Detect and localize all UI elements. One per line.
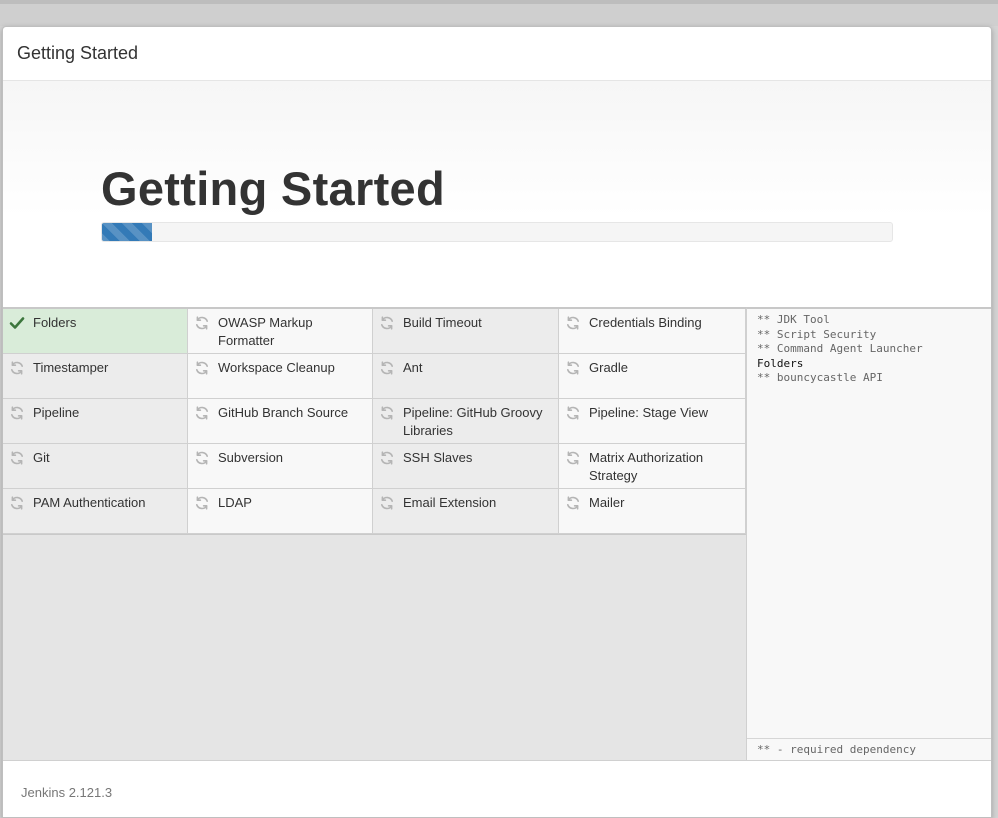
- refresh-icon: [9, 495, 25, 511]
- plugin-item: OWASP Markup Formatter: [188, 309, 373, 354]
- dependency-legend: ** - required dependency: [747, 738, 991, 760]
- plugin-name: LDAP: [218, 495, 252, 510]
- dialog-header: Getting Started: [3, 27, 991, 81]
- refresh-icon: [565, 450, 581, 466]
- plugin-name: OWASP Markup Formatter: [218, 315, 313, 348]
- plugin-item: Email Extension: [373, 489, 559, 534]
- refresh-icon: [379, 450, 395, 466]
- refresh-icon: [379, 360, 395, 376]
- dialog-title: Getting Started: [17, 43, 139, 63]
- plugin-name: Subversion: [218, 450, 284, 465]
- plugin-item: Pipeline: GitHub Groovy Libraries: [373, 399, 559, 444]
- log-line: ** Script Security: [757, 327, 877, 341]
- refresh-icon: [194, 405, 210, 421]
- plugin-item: LDAP: [188, 489, 373, 534]
- plugin-name: Timestamper: [33, 360, 109, 375]
- plugin-item: Ant: [373, 354, 559, 399]
- plugin-name: Pipeline: [33, 405, 80, 420]
- page-title: Getting Started: [101, 162, 445, 215]
- log-line: ** JDK Tool: [757, 313, 830, 326]
- plugin-name: Gradle: [589, 360, 629, 375]
- refresh-icon: [565, 405, 581, 421]
- plugin-item: Git: [3, 444, 188, 489]
- plugin-name: Git: [33, 450, 50, 465]
- plugin-item: Subversion: [188, 444, 373, 489]
- log-line: Folders: [757, 356, 804, 370]
- hero-section: Getting Started: [3, 81, 991, 307]
- plugin-item: GitHub Branch Source: [188, 399, 373, 444]
- plugin-name: Matrix Authorization Strategy: [589, 450, 704, 483]
- refresh-icon: [9, 405, 25, 421]
- install-progress-fill: [102, 223, 152, 241]
- dialog-footer: Jenkins 2.121.3: [3, 760, 991, 817]
- plugin-item: Gradle: [559, 354, 746, 399]
- plugin-name: Workspace Cleanup: [218, 360, 335, 375]
- plugin-name: Folders: [33, 315, 77, 330]
- plugin-grid: Folders OWASP Markup Formatter Build Timeo…: [3, 309, 746, 535]
- refresh-icon: [9, 360, 25, 376]
- plugin-item: Pipeline: [3, 399, 188, 444]
- refresh-icon: [194, 495, 210, 511]
- jenkins-version: Jenkins 2.121.3: [21, 785, 113, 800]
- plugin-name: GitHub Branch Source: [218, 405, 349, 420]
- check-icon: [9, 315, 25, 331]
- plugin-item: Build Timeout: [373, 309, 559, 354]
- plugin-item: Pipeline: Stage View: [559, 399, 746, 444]
- plugin-item: PAM Authentication: [3, 489, 188, 534]
- plugin-item: Workspace Cleanup: [188, 354, 373, 399]
- plugin-install-area: Folders OWASP Markup Formatter Build Timeo…: [3, 307, 746, 760]
- refresh-icon: [194, 450, 210, 466]
- plugin-name: Pipeline: GitHub Groovy Libraries: [403, 405, 543, 438]
- refresh-icon: [9, 450, 25, 466]
- refresh-icon: [379, 495, 395, 511]
- refresh-icon: [565, 315, 581, 331]
- refresh-icon: [379, 405, 395, 421]
- plugin-name: Build Timeout: [403, 315, 482, 330]
- plugin-item: Timestamper: [3, 354, 188, 399]
- plugin-name: Mailer: [589, 495, 625, 510]
- install-log-lines: ** JDK Tool ** Script Security ** Command …: [757, 313, 923, 386]
- plugin-item: Mailer: [559, 489, 746, 534]
- plugin-name: SSH Slaves: [403, 450, 473, 465]
- log-line: ** Command Agent Launcher: [757, 342, 923, 355]
- plugin-name: Email Extension: [403, 495, 497, 510]
- refresh-icon: [565, 360, 581, 376]
- install-progress-bar: [101, 222, 893, 242]
- plugin-item: Credentials Binding: [559, 309, 746, 354]
- setup-wizard-dialog: Getting Started Getting Started Folders O…: [2, 26, 992, 818]
- install-log-panel: ** JDK Tool ** Script Security ** Command …: [746, 307, 991, 760]
- refresh-icon: [194, 315, 210, 331]
- plugin-item: Folders: [3, 309, 188, 354]
- plugin-name: PAM Authentication: [33, 495, 146, 510]
- browser-top-strip: [0, 0, 998, 26]
- plugin-name: Ant: [403, 360, 423, 375]
- plugin-name: Pipeline: Stage View: [589, 405, 709, 420]
- log-line: ** bouncycastle API: [757, 371, 883, 384]
- refresh-icon: [565, 495, 581, 511]
- plugin-name: Credentials Binding: [589, 315, 702, 330]
- plugin-item: Matrix Authorization Strategy: [559, 444, 746, 489]
- plugin-item: SSH Slaves: [373, 444, 559, 489]
- refresh-icon: [379, 315, 395, 331]
- refresh-icon: [194, 360, 210, 376]
